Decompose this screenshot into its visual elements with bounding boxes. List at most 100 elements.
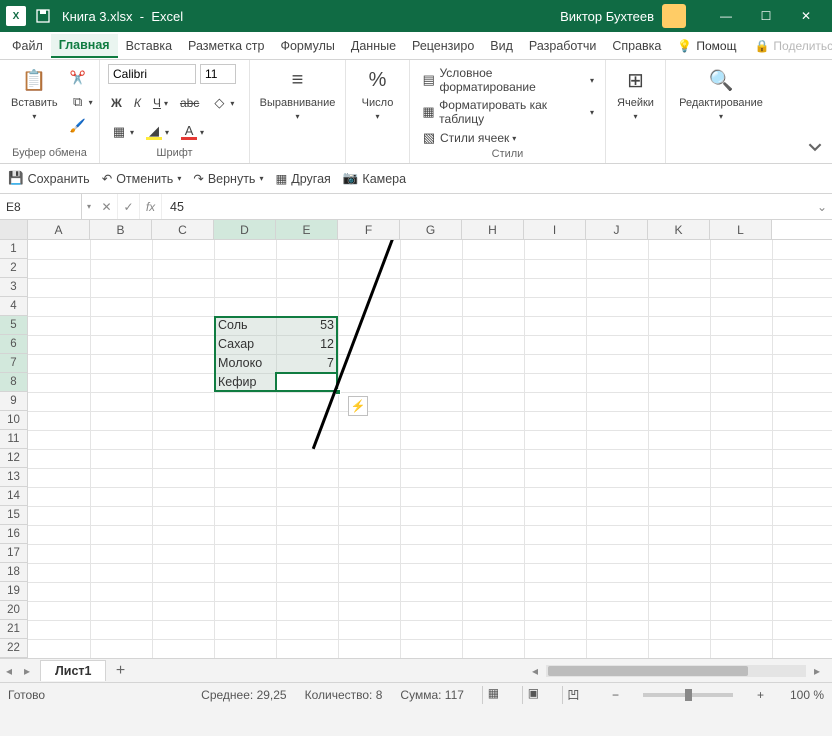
clear-format-button[interactable]: ◇▾ bbox=[208, 93, 237, 113]
cell-E5[interactable]: 53 bbox=[276, 316, 338, 335]
cell-E6[interactable]: 12 bbox=[276, 335, 338, 354]
paste-button[interactable]: 📋 Вставить ▾ bbox=[8, 64, 61, 136]
fx-button[interactable]: fx bbox=[140, 194, 162, 219]
row-header-20[interactable]: 20 bbox=[0, 601, 28, 620]
share-button[interactable]: 🔒 Поделиться bbox=[744, 35, 832, 57]
view-page-layout-button[interactable]: ▣ bbox=[522, 686, 544, 704]
tab-help[interactable]: Справка bbox=[604, 35, 669, 57]
row-header-1[interactable]: 1 bbox=[0, 240, 28, 259]
font-size-select[interactable] bbox=[200, 64, 236, 84]
undo-button[interactable]: ↶Отменить▾ bbox=[102, 171, 182, 186]
column-header-C[interactable]: C bbox=[152, 220, 214, 239]
alignment-button[interactable]: ≡ Выравнивание ▾ bbox=[258, 64, 337, 123]
cell-D5[interactable]: Соль bbox=[214, 316, 276, 335]
number-button[interactable]: % Число ▾ bbox=[354, 64, 401, 123]
cell-E7[interactable]: 7 bbox=[276, 354, 338, 373]
cells-button[interactable]: ⊞ Ячейки ▾ bbox=[614, 64, 657, 123]
close-button[interactable]: ✕ bbox=[786, 0, 826, 32]
row-header-3[interactable]: 3 bbox=[0, 278, 28, 297]
column-header-G[interactable]: G bbox=[400, 220, 462, 239]
cells-area[interactable]: Соль53Сахар12Молоко7Кефир45 ⚡ bbox=[28, 240, 832, 658]
cell-D6[interactable]: Сахар bbox=[214, 335, 276, 354]
tab-data[interactable]: Данные bbox=[343, 35, 404, 57]
tab-review[interactable]: Рецензиро bbox=[404, 35, 482, 57]
row-header-7[interactable]: 7 bbox=[0, 354, 28, 373]
cut-button[interactable]: ✂️ bbox=[67, 68, 96, 88]
cell-D8[interactable]: Кефир bbox=[214, 373, 276, 392]
column-header-I[interactable]: I bbox=[524, 220, 586, 239]
editing-button[interactable]: 🔍 Редактирование ▾ bbox=[674, 64, 768, 123]
zoom-out-button[interactable]: − bbox=[612, 688, 619, 702]
row-header-4[interactable]: 4 bbox=[0, 297, 28, 316]
tab-nav-prev[interactable]: ◂ bbox=[0, 664, 18, 678]
namebox-dropdown[interactable]: ▾ bbox=[82, 202, 96, 211]
font-color-button[interactable]: A▾ bbox=[178, 122, 207, 142]
minimize-button[interactable]: ― bbox=[706, 0, 746, 32]
cell-styles-button[interactable]: ▧ Стили ячеек▾ bbox=[418, 128, 597, 148]
quick-analysis-button[interactable]: ⚡ bbox=[348, 396, 368, 416]
accept-formula-button[interactable]: ✓ bbox=[118, 194, 140, 219]
view-normal-button[interactable]: ▦ bbox=[482, 686, 504, 704]
column-header-L[interactable]: L bbox=[710, 220, 772, 239]
column-header-E[interactable]: E bbox=[276, 220, 338, 239]
maximize-button[interactable]: ☐ bbox=[746, 0, 786, 32]
column-header-F[interactable]: F bbox=[338, 220, 400, 239]
column-header-H[interactable]: H bbox=[462, 220, 524, 239]
column-header-A[interactable]: A bbox=[28, 220, 90, 239]
zoom-level[interactable]: 100 % bbox=[790, 688, 824, 702]
conditional-formatting-button[interactable]: ▤ Условное форматирование▾ bbox=[418, 64, 597, 96]
add-sheet-button[interactable]: + bbox=[106, 662, 134, 680]
column-header-B[interactable]: B bbox=[90, 220, 152, 239]
tab-layout[interactable]: Разметка стр bbox=[180, 35, 272, 57]
row-header-18[interactable]: 18 bbox=[0, 563, 28, 582]
row-header-22[interactable]: 22 bbox=[0, 639, 28, 658]
formula-input[interactable]: 45 bbox=[162, 200, 812, 214]
format-painter-button[interactable]: 🖌️ bbox=[67, 116, 96, 136]
tab-insert[interactable]: Вставка bbox=[118, 35, 180, 57]
row-header-11[interactable]: 11 bbox=[0, 430, 28, 449]
select-all-corner[interactable] bbox=[0, 220, 28, 239]
column-header-J[interactable]: J bbox=[586, 220, 648, 239]
save-button[interactable]: 💾Сохранить bbox=[8, 171, 90, 186]
tab-file[interactable]: Файл bbox=[4, 35, 51, 57]
row-header-12[interactable]: 12 bbox=[0, 449, 28, 468]
camera-button[interactable]: 📷Камера bbox=[343, 171, 406, 186]
italic-button[interactable]: К bbox=[131, 93, 144, 113]
help-search[interactable]: 💡 Помощ bbox=[669, 35, 744, 57]
row-header-9[interactable]: 9 bbox=[0, 392, 28, 411]
zoom-thumb[interactable] bbox=[685, 689, 692, 701]
hscroll-track[interactable] bbox=[546, 665, 806, 677]
borders-button[interactable]: ▦▾ bbox=[108, 122, 137, 142]
row-header-8[interactable]: 8 bbox=[0, 373, 28, 392]
zoom-in-button[interactable]: + bbox=[757, 688, 764, 702]
font-name-select[interactable] bbox=[108, 64, 196, 84]
tab-home[interactable]: Главная bbox=[51, 34, 118, 58]
user-name[interactable]: Виктор Бухтеев bbox=[560, 9, 654, 24]
hscroll-right[interactable]: ▸ bbox=[810, 664, 824, 678]
zoom-slider[interactable] bbox=[643, 693, 733, 697]
fill-handle[interactable] bbox=[335, 389, 341, 395]
autosave-icon[interactable] bbox=[34, 7, 52, 25]
row-header-2[interactable]: 2 bbox=[0, 259, 28, 278]
format-as-table-button[interactable]: ▦ Форматировать как таблицу▾ bbox=[418, 96, 597, 128]
hscroll-left[interactable]: ◂ bbox=[528, 664, 542, 678]
tab-developer[interactable]: Разработчи bbox=[521, 35, 604, 57]
cancel-formula-button[interactable]: ✕ bbox=[96, 194, 118, 219]
redo-button[interactable]: ↷Вернуть▾ bbox=[193, 171, 263, 186]
row-header-17[interactable]: 17 bbox=[0, 544, 28, 563]
avatar[interactable] bbox=[662, 4, 686, 28]
row-header-10[interactable]: 10 bbox=[0, 411, 28, 430]
view-page-break-button[interactable]: 凹 bbox=[562, 686, 584, 704]
row-header-6[interactable]: 6 bbox=[0, 335, 28, 354]
cell-D7[interactable]: Молоко bbox=[214, 354, 276, 373]
strike-button[interactable]: abc bbox=[177, 93, 202, 113]
row-header-5[interactable]: 5 bbox=[0, 316, 28, 335]
tab-view[interactable]: Вид bbox=[482, 35, 521, 57]
name-box[interactable]: E8 bbox=[0, 194, 82, 219]
bold-button[interactable]: Ж bbox=[108, 93, 125, 113]
row-header-14[interactable]: 14 bbox=[0, 487, 28, 506]
fill-color-button[interactable]: ◢▾ bbox=[143, 122, 172, 142]
tab-formulas[interactable]: Формулы bbox=[272, 35, 342, 57]
column-header-D[interactable]: D bbox=[214, 220, 276, 239]
row-header-16[interactable]: 16 bbox=[0, 525, 28, 544]
